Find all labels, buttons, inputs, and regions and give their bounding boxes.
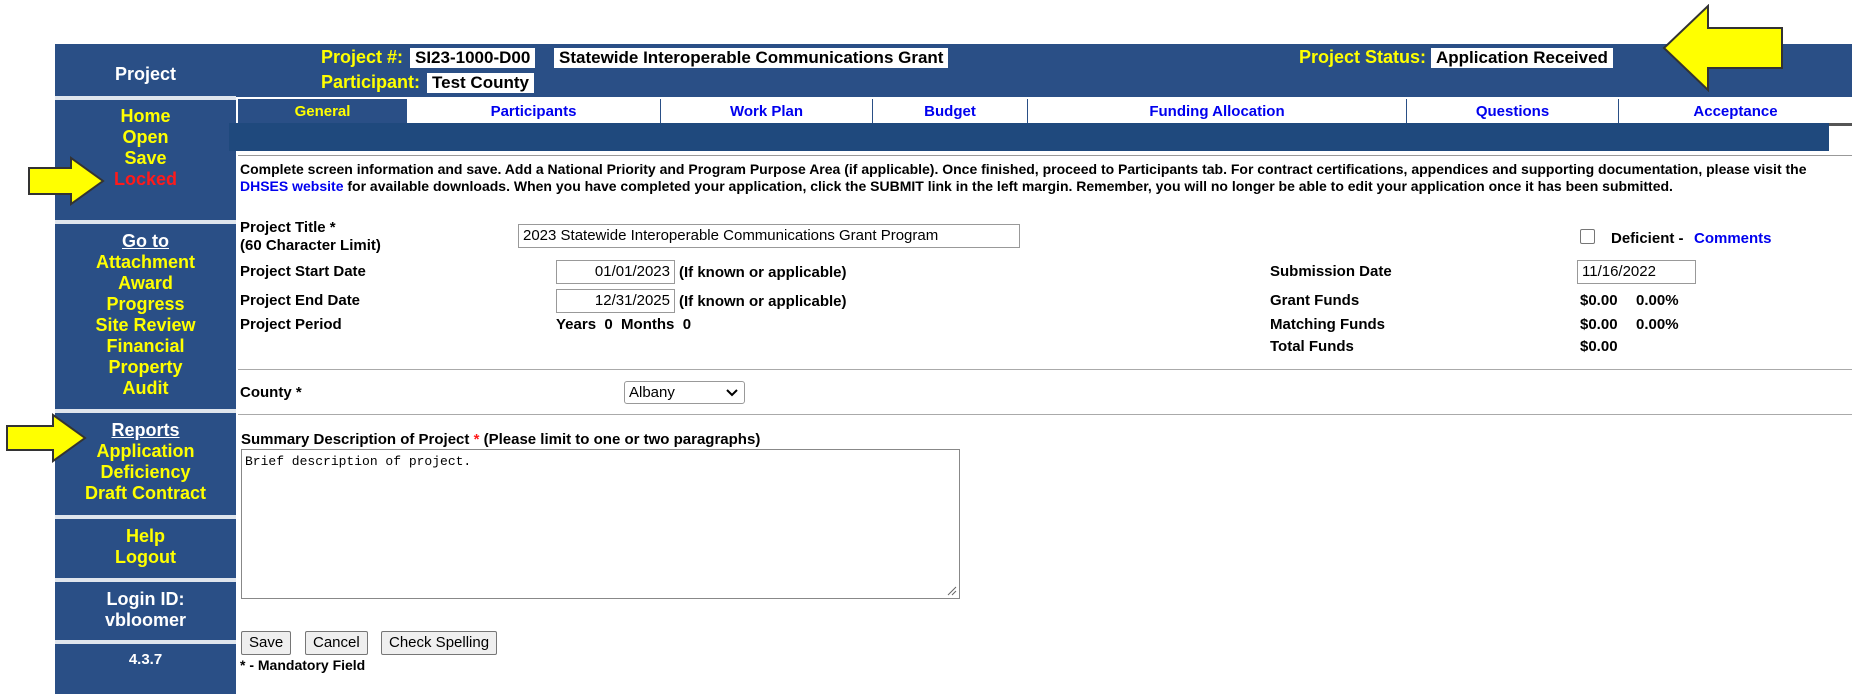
sidebar-project-title: Project: [114, 64, 177, 84]
divider: [1829, 123, 1852, 126]
sidebar: Project Home Open Save Locked Go to Atta…: [55, 44, 236, 694]
project-title-label: Project Title *: [240, 219, 336, 236]
project-number-value: SI23-1000-D00: [410, 48, 536, 68]
project-title-input[interactable]: [518, 224, 1020, 248]
dhses-website-link[interactable]: DHSES website: [240, 178, 343, 194]
sidebar-item-award[interactable]: Award: [55, 273, 236, 294]
project-status-label: Project Status:: [1299, 47, 1427, 67]
participant-label: Participant:: [321, 72, 421, 92]
submission-date-input[interactable]: [1577, 260, 1696, 284]
chevron-down-icon: [726, 389, 738, 397]
start-date-input[interactable]: [556, 260, 675, 284]
summary-label: Summary Description of Project * (Please…: [241, 431, 760, 448]
tab-bar: General Participants Work Plan Budget Fu…: [238, 99, 1852, 124]
sidebar-item-open[interactable]: Open: [55, 127, 236, 148]
project-status-value: Application Received: [1431, 48, 1613, 68]
sidebar-goto-heading: Go to: [122, 231, 169, 251]
arrow-left-annotation-icon: [1662, 4, 1783, 92]
participant-value: Test County: [427, 73, 534, 93]
sidebar-item-help[interactable]: Help: [55, 526, 236, 547]
check-spelling-button[interactable]: Check Spelling: [381, 631, 498, 655]
project-number-label: Project #:: [321, 47, 404, 67]
sidebar-item-draft-contract[interactable]: Draft Contract: [55, 483, 236, 504]
tab-participants[interactable]: Participants: [406, 99, 660, 124]
start-date-hint: (If known or applicable): [679, 264, 847, 281]
sidebar-divider: [55, 640, 236, 644]
sidebar-divider: [55, 578, 236, 582]
arrow-right-annotation-icon: [28, 156, 105, 206]
divider: [238, 369, 1852, 370]
sidebar-divider: [55, 515, 236, 519]
end-date-hint: (If known or applicable): [679, 293, 847, 310]
login-id-value: vbloomer: [104, 610, 187, 630]
sidebar-item-home[interactable]: Home: [55, 106, 236, 127]
county-select[interactable]: Albany: [624, 381, 745, 404]
instructions-text: Complete screen information and save. Ad…: [240, 161, 1850, 195]
arrow-right-annotation-icon: [6, 413, 87, 463]
project-period-label: Project Period: [240, 316, 342, 333]
instructions-part: Complete screen information and save. Ad…: [240, 161, 1807, 177]
total-funds-label: Total Funds: [1270, 338, 1354, 355]
save-button[interactable]: Save: [241, 631, 292, 655]
county-select-value: Albany: [629, 384, 675, 401]
end-date-label: Project End Date: [240, 292, 361, 309]
county-label: County *: [240, 384, 302, 401]
sidebar-divider: [55, 220, 236, 224]
project-header: Project #: SI23-1000-D00 Statewide Inter…: [236, 44, 1852, 97]
submission-date-label: Submission Date: [1270, 263, 1392, 280]
cancel-button[interactable]: Cancel: [305, 631, 368, 655]
sidebar-item-logout[interactable]: Logout: [55, 547, 236, 568]
sidebar-item-financial[interactable]: Financial: [55, 336, 236, 357]
sidebar-item-audit[interactable]: Audit: [55, 378, 236, 399]
start-date-label: Project Start Date: [240, 263, 366, 280]
project-name-value: Statewide Interoperable Communications G…: [554, 48, 949, 68]
tab-acceptance[interactable]: Acceptance: [1618, 99, 1852, 124]
end-date-input[interactable]: [556, 289, 675, 313]
tab-questions[interactable]: Questions: [1406, 99, 1618, 124]
sidebar-item-site-review[interactable]: Site Review: [55, 315, 236, 336]
sidebar-divider: [55, 96, 236, 100]
resize-handle-icon[interactable]: [947, 586, 957, 596]
grant-funds-value: $0.00: [1580, 292, 1618, 309]
project-period-value: Years 0 Months 0: [556, 316, 692, 333]
matching-funds-value: $0.00: [1580, 316, 1618, 333]
sidebar-item-deficiency[interactable]: Deficiency: [55, 462, 236, 483]
version-label: 4.3.7: [128, 651, 163, 668]
comments-link[interactable]: Comments: [1694, 230, 1772, 247]
summary-hint: (Please limit to one or two paragraphs): [483, 431, 761, 448]
total-funds-value: $0.00: [1580, 338, 1618, 355]
project-title-limit: (60 Character Limit): [240, 237, 381, 254]
divider: [238, 151, 1852, 156]
tab-general[interactable]: General: [238, 99, 406, 124]
mandatory-field-note: * - Mandatory Field: [240, 657, 366, 673]
summary-textarea[interactable]: Brief description of project.: [241, 449, 960, 599]
required-star: *: [473, 431, 480, 448]
tab-budget[interactable]: Budget: [872, 99, 1027, 124]
divider: [238, 414, 1852, 415]
deficient-label: Deficient -: [1611, 230, 1684, 247]
deficient-checkbox[interactable]: [1580, 229, 1595, 244]
summary-text: Brief description of project.: [245, 454, 472, 469]
sub-tab-bar: [229, 123, 1829, 151]
tab-work-plan[interactable]: Work Plan: [660, 99, 872, 124]
tab-funding-allocation[interactable]: Funding Allocation: [1027, 99, 1406, 124]
sidebar-item-property[interactable]: Property: [55, 357, 236, 378]
matching-funds-percent: 0.00%: [1636, 316, 1679, 333]
summary-label-text: Summary Description of Project: [241, 431, 470, 448]
sidebar-item-progress[interactable]: Progress: [55, 294, 236, 315]
login-id-label: Login ID:: [106, 589, 185, 609]
grant-funds-label: Grant Funds: [1270, 292, 1360, 309]
instructions-part: for available downloads. When you have c…: [343, 178, 1673, 194]
grant-funds-percent: 0.00%: [1636, 292, 1679, 309]
matching-funds-label: Matching Funds: [1270, 316, 1385, 333]
sidebar-item-attachment[interactable]: Attachment: [55, 252, 236, 273]
